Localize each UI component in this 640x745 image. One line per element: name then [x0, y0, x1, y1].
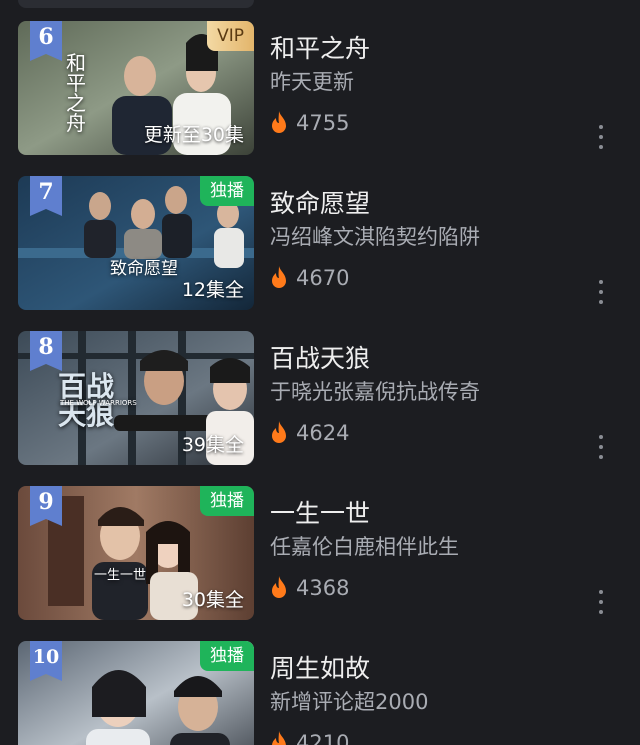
- item-subtitle: 昨天更新: [270, 70, 354, 94]
- heat-score: 4670: [270, 265, 349, 291]
- more-vertical-icon[interactable]: [596, 280, 606, 304]
- more-vertical-icon[interactable]: [596, 125, 606, 149]
- heat-score: 4368: [270, 575, 349, 601]
- poster[interactable]: 和平之舟 6 VIP 更新至30集: [18, 21, 254, 155]
- heat-value: 4670: [296, 266, 350, 290]
- episode-status: 39集全: [181, 434, 244, 456]
- rank-number: 8: [38, 334, 54, 360]
- heat-score: 4210: [270, 730, 349, 745]
- list-item[interactable]: 和平之舟 6 VIP 更新至30集 和平之舟 昨天更新 4755: [0, 21, 640, 156]
- item-subtitle: 任嘉伦白鹿相伴此生: [270, 535, 459, 559]
- heat-score: 4755: [270, 110, 349, 136]
- rank-number: 10: [32, 646, 60, 668]
- more-vertical-icon[interactable]: [596, 435, 606, 459]
- exclusive-badge: 独播: [200, 641, 254, 671]
- poster[interactable]: 一生一世 9 独播 30集全: [18, 486, 254, 620]
- heat-value: 4210: [296, 731, 350, 745]
- previous-item-poster-edge[interactable]: [18, 0, 254, 8]
- poster[interactable]: 致命愿望 7 独播 12集全: [18, 176, 254, 310]
- item-title[interactable]: 和平之舟: [270, 29, 370, 65]
- flame-icon: [272, 266, 286, 288]
- poster-title-art: 和平之舟: [66, 51, 86, 135]
- poster-title-art: 一生一世: [94, 568, 147, 583]
- exclusive-badge: 独播: [200, 486, 254, 516]
- flame-icon: [272, 421, 286, 443]
- list-item[interactable]: 10 独播 周生如故 新增评论超2000 4210: [0, 641, 640, 745]
- item-title[interactable]: 百战天狼: [270, 339, 370, 375]
- poster-title-art: 致命愿望: [110, 259, 178, 279]
- flame-icon: [272, 576, 286, 598]
- item-subtitle: 于晓光张嘉倪抗战传奇: [270, 380, 480, 404]
- rank-number: 6: [38, 24, 54, 50]
- rank-number: 7: [38, 179, 54, 205]
- episode-status: 30集全: [181, 589, 244, 611]
- item-title[interactable]: 周生如故: [270, 649, 370, 685]
- heat-value: 4368: [296, 576, 350, 600]
- vip-badge: VIP: [207, 21, 254, 51]
- episode-status: 更新至30集: [143, 124, 244, 146]
- item-subtitle: 冯绍峰文淇陷契约陷阱: [270, 225, 480, 249]
- flame-icon: [272, 731, 286, 745]
- item-title[interactable]: 一生一世: [270, 494, 370, 530]
- episode-status: 12集全: [181, 279, 244, 301]
- list-item[interactable]: 百战天狼 THE WOLF WARRIORS 8 39集全 百战天狼 于晓光张嘉…: [0, 331, 640, 466]
- list-item[interactable]: 致命愿望 7 独播 12集全 致命愿望 冯绍峰文淇陷契约陷阱 4670: [0, 176, 640, 311]
- heat-value: 4755: [296, 111, 350, 135]
- heat-value: 4624: [296, 421, 350, 445]
- rank-number: 9: [38, 489, 54, 515]
- heat-score: 4624: [270, 420, 349, 446]
- more-vertical-icon[interactable]: [596, 590, 606, 614]
- item-title[interactable]: 致命愿望: [270, 184, 370, 220]
- poster[interactable]: 百战天狼 THE WOLF WARRIORS 8 39集全: [18, 331, 254, 465]
- item-subtitle: 新增评论超2000: [270, 690, 429, 714]
- poster-subtitle-art: THE WOLF WARRIORS: [60, 399, 137, 407]
- flame-icon: [272, 111, 286, 133]
- poster[interactable]: 10 独播: [18, 641, 254, 745]
- list-item[interactable]: 一生一世 9 独播 30集全 一生一世 任嘉伦白鹿相伴此生 4368: [0, 486, 640, 621]
- exclusive-badge: 独播: [200, 176, 254, 206]
